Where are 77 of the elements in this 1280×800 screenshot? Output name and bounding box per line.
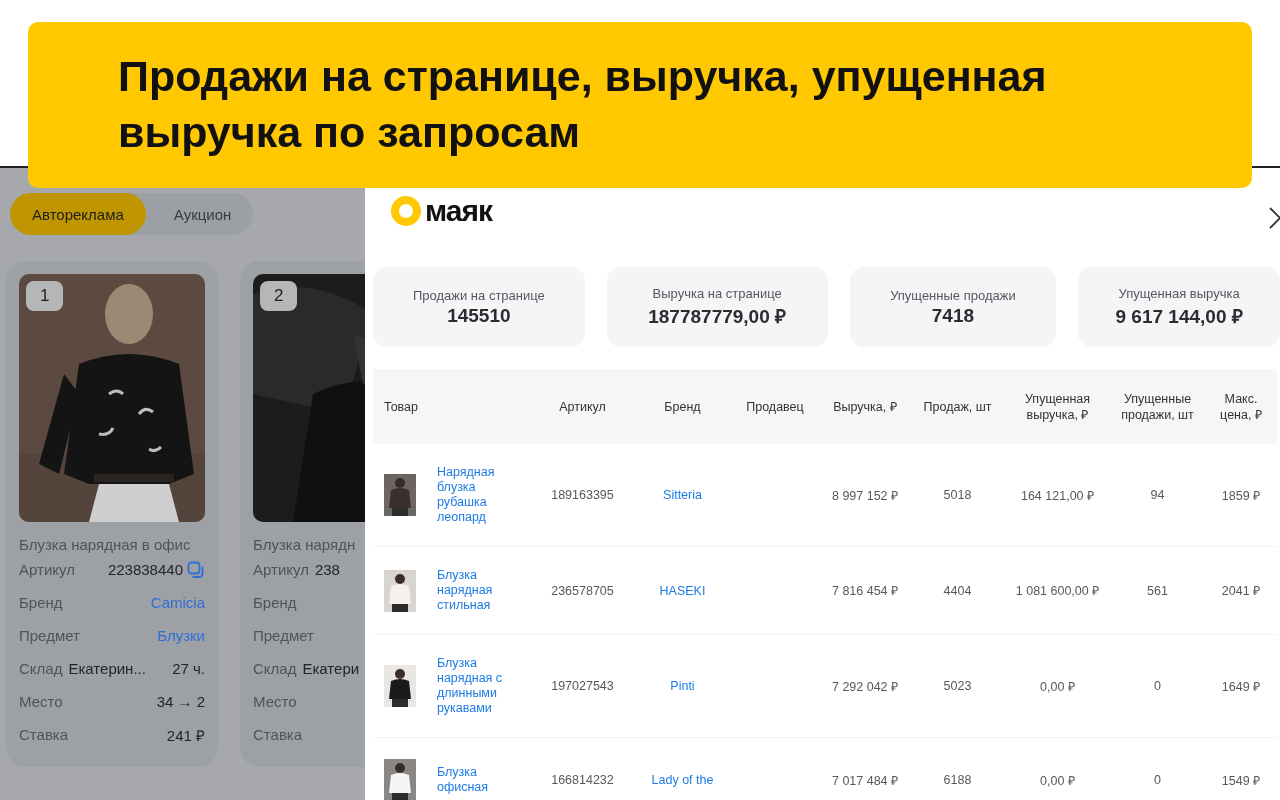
column-header: Артикул <box>558 398 607 415</box>
table-cell-text: 561 <box>1146 583 1169 598</box>
position-badge: 2 <box>260 281 298 311</box>
tab[interactable]: Аукцион <box>151 193 254 235</box>
stat-label: Упущенные продажи <box>890 287 1016 303</box>
field-label: Предмет <box>253 627 314 644</box>
column-header: Упущенная выручка, ₽ <box>1024 390 1091 423</box>
ring-logo-icon <box>391 196 421 226</box>
table-cell-text: 2041 ₽ <box>1220 583 1262 599</box>
product-title: Блузка нарядн <box>253 536 357 553</box>
field-label: Артикул <box>19 561 75 578</box>
banner-title: Продажи на странице, выручка, упущенная выручка по запросам <box>118 51 1048 158</box>
brand-link[interactable]: Sitteria <box>635 488 730 502</box>
field-label: Место <box>253 693 297 710</box>
stat-value: 7418 <box>931 304 975 327</box>
product-link[interactable]: Блузка нарядная с длинными рукавами <box>437 656 527 716</box>
table-cell-text: 7 816 454 ₽ <box>830 583 900 599</box>
field-value: 34 → 2 <box>156 693 205 710</box>
table-cell-text: 1 081 600,00 ₽ <box>1014 583 1101 599</box>
table-cell-text: 197027543 <box>550 679 615 693</box>
table-cell-text: 1649 ₽ <box>1220 678 1262 695</box>
field-label: Место <box>19 693 63 710</box>
stat-value: 145510 <box>447 304 511 327</box>
stat-value: 9 617 144,00 ₽ <box>1115 304 1243 329</box>
field-value: 241 ₽ <box>166 725 205 745</box>
table-cell-text: 164 121,00 ₽ <box>1019 487 1095 504</box>
table-cell-text: 0 <box>1153 679 1162 693</box>
product-link[interactable]: Нарядная блузка рубашка леопард <box>437 465 527 525</box>
tab[interactable]: Автореклама <box>10 193 146 235</box>
brand-link[interactable]: HASEKI <box>635 583 730 598</box>
column-header: Товар <box>383 398 419 415</box>
column-header: Продавец <box>745 398 805 415</box>
table-cell-text: 7 292 042 ₽ <box>830 678 900 695</box>
field-label: Склад <box>19 660 63 677</box>
column-header: Выручка, ₽ <box>832 398 898 415</box>
product-link[interactable]: Блузка нарядная стильная <box>437 568 527 613</box>
brand-link[interactable]: Pinti <box>635 679 730 693</box>
field-label: Склад <box>253 660 297 677</box>
table-cell-text: 8 997 152 ₽ <box>830 487 900 504</box>
stat-label: Выручка на странице <box>652 285 782 301</box>
field-value: 238 <box>314 561 340 578</box>
field-label: Артикул <box>253 561 309 578</box>
table-cell-text: 94 <box>1149 488 1166 502</box>
column-header: Упущенные продажи, шт <box>1120 390 1195 423</box>
table-cell-text: 6188 <box>942 773 973 787</box>
product-link[interactable]: Блузка офисная <box>437 765 527 795</box>
table-cell-text: 0,00 ₽ <box>1039 772 1076 789</box>
table-cell-text: 0,00 ₽ <box>1039 678 1076 695</box>
field-value: 223838440 <box>107 561 183 578</box>
field-label: Ставка <box>19 726 69 743</box>
table-cell-text: 189163395 <box>550 488 615 502</box>
table-cell-text: 7 017 484 ₽ <box>830 772 900 789</box>
position-badge: 1 <box>26 281 64 311</box>
column-header: Бренд <box>663 398 702 415</box>
column-header: Продаж, шт <box>922 398 993 415</box>
table-cell-text: 5023 <box>942 679 973 693</box>
table-cell-text: 0 <box>1153 773 1162 787</box>
table-cell-text: 4404 <box>942 583 973 598</box>
table-cell-text: 1859 ₽ <box>1220 487 1262 504</box>
field-value: 27 ч. <box>172 660 205 677</box>
table-cell-text: 236578705 <box>550 583 615 598</box>
field-value: Екатери <box>302 660 360 677</box>
table-cell-text: 5018 <box>942 488 973 502</box>
stat-label: Упущенная выручка <box>1118 285 1240 301</box>
stat-value: 187787779,00 ₽ <box>648 304 787 329</box>
column-header: Макс. цена, ₽ <box>1219 390 1263 423</box>
stat-label: Продажи на странице <box>412 287 545 303</box>
table-cell-text: 166814232 <box>550 773 615 787</box>
brand-link[interactable]: Lady of the <box>635 773 730 787</box>
product-title: Блузка нарядная в офис <box>19 536 192 553</box>
field-label: Предмет <box>19 627 80 644</box>
field-label: Бренд <box>253 594 297 611</box>
field-label: Ставка <box>253 726 303 743</box>
logo-text: маяк <box>425 196 492 226</box>
field-label: Бренд <box>19 594 63 611</box>
table-cell-text: 1549 ₽ <box>1220 772 1262 789</box>
field-value: Екатерин... <box>68 660 146 677</box>
